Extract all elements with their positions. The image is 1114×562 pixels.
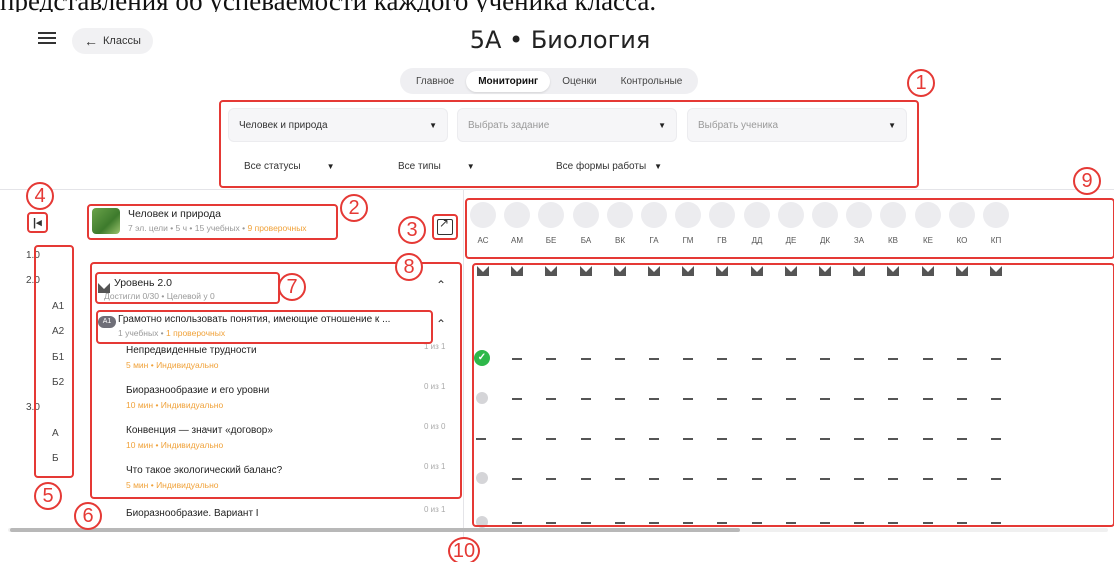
callout-number: 8 xyxy=(395,253,423,281)
tab-main[interactable]: Главное xyxy=(404,71,466,92)
app-window: ← Классы 5А • Биология Главное Мониторин… xyxy=(0,12,1114,562)
callout-number: 1 xyxy=(907,69,935,97)
callout-box xyxy=(87,204,338,240)
callout-box xyxy=(219,100,919,188)
callout-box xyxy=(27,212,48,233)
task-name[interactable]: Биоразнообразие. Вариант I xyxy=(126,508,259,519)
divider xyxy=(0,189,1114,190)
callout-number: 6 xyxy=(74,502,102,530)
divider xyxy=(463,189,464,549)
callout-number: 7 xyxy=(278,273,306,301)
tab-grades[interactable]: Оценки xyxy=(550,71,608,92)
callout-box xyxy=(472,263,1114,527)
callout-number: 2 xyxy=(340,194,368,222)
callout-box xyxy=(95,272,280,304)
callout-number: 9 xyxy=(1073,167,1101,195)
tab-tests[interactable]: Контрольные xyxy=(609,71,695,92)
scrollbar-thumb[interactable] xyxy=(10,528,740,532)
callout-box xyxy=(432,214,458,240)
tab-monitoring[interactable]: Мониторинг xyxy=(466,70,551,92)
back-button-label: Классы xyxy=(103,35,141,47)
page-title: 5А • Биология xyxy=(469,26,651,54)
callout-number: 4 xyxy=(26,182,54,210)
callout-number: 10 xyxy=(448,537,480,562)
arrow-left-icon: ← xyxy=(84,33,98,49)
callout-box xyxy=(34,245,74,478)
menu-icon[interactable] xyxy=(38,32,56,46)
callout-number: 5 xyxy=(34,482,62,510)
callout-box xyxy=(96,310,433,344)
callout-box xyxy=(465,198,1114,259)
tab-bar: Главное Мониторинг Оценки Контрольные xyxy=(400,68,699,94)
callout-number: 3 xyxy=(398,216,426,244)
back-button[interactable]: ← Классы xyxy=(72,28,153,54)
task-count: 0 из 1 xyxy=(424,505,446,514)
